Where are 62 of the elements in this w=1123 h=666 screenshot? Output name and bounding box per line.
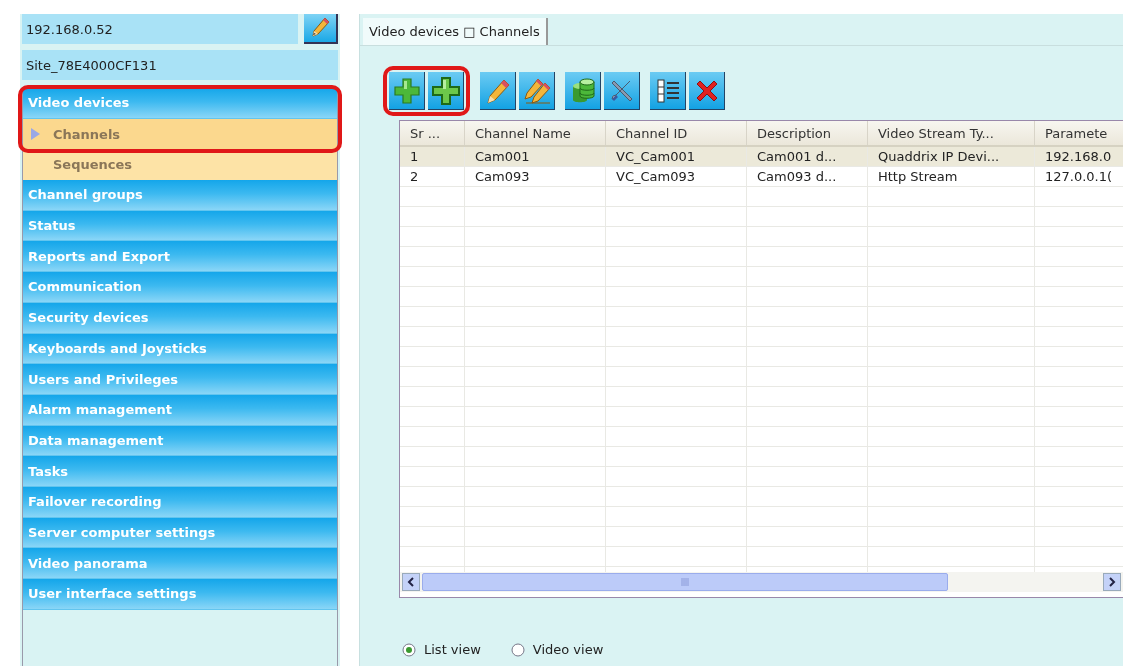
grip-icon	[680, 578, 690, 586]
add-button[interactable]	[389, 72, 425, 110]
nav-item[interactable]: Alarm management	[23, 394, 337, 426]
chevron-right-icon	[1108, 577, 1116, 587]
nav-item[interactable]: Server computer settings	[23, 517, 337, 549]
list-button[interactable]	[650, 72, 686, 110]
table-cell: Cam093 d...	[747, 167, 868, 186]
scroll-left-button[interactable]	[402, 573, 420, 591]
site-name: Site_78E4000CF131	[22, 50, 338, 80]
nav-item[interactable]: Video devices	[23, 88, 337, 119]
nav-item[interactable]: Keyboards and Joysticks	[23, 333, 337, 365]
nav-subitem[interactable]: Channels	[23, 118, 337, 150]
plus-icon	[392, 76, 421, 105]
view-radio[interactable]: Video view	[510, 642, 604, 657]
nav-item[interactable]: Video panorama	[23, 548, 337, 579]
table-cell: Cam001	[465, 147, 606, 166]
nav-item[interactable]: Failover recording	[23, 486, 337, 518]
edit-button[interactable]	[480, 72, 516, 110]
nav-item[interactable]: Status	[23, 210, 337, 242]
nav-item[interactable]: Data management	[23, 425, 337, 457]
view-radio[interactable]: List view	[402, 642, 481, 657]
horizontal-scrollbar[interactable]	[400, 572, 1123, 592]
pencil-icon	[309, 16, 331, 40]
column-header[interactable]: Channel Name	[465, 121, 606, 145]
table-cell: Cam001 d...	[747, 147, 868, 166]
scroll-right-button[interactable]	[1103, 573, 1121, 591]
edit-button[interactable]	[304, 14, 338, 44]
table-row[interactable]: 1 Cam001 VC_Cam001 Cam001 d... Quaddrix IP Devi... 192.168.0	[400, 147, 1123, 167]
database-button[interactable]	[565, 72, 601, 110]
nav-item[interactable]: Security devices	[23, 302, 337, 334]
chevron-left-icon	[407, 577, 415, 587]
pencils-icon	[521, 76, 552, 105]
table-cell: Cam093	[465, 167, 606, 186]
table-cell: 1	[400, 147, 465, 166]
table-cell: VC_Cam001	[606, 147, 747, 166]
table-row[interactable]: 2 Cam093 VC_Cam093 Cam093 d... Http Stream 127.0.0.1(	[400, 167, 1123, 187]
nav-item[interactable]: Reports and Export	[23, 241, 337, 273]
scroll-thumb[interactable]	[422, 573, 948, 591]
column-header[interactable]: Sr ...	[400, 121, 465, 145]
tab[interactable]: Video devices □ Channels	[363, 18, 548, 45]
table-cell: Http Stream	[868, 167, 1035, 186]
nav-item[interactable]: Tasks	[23, 456, 337, 487]
table-cell: 192.168.0	[1035, 147, 1123, 166]
table-cell: Quaddrix IP Devi...	[868, 147, 1035, 166]
add-multiple-button[interactable]	[428, 72, 464, 110]
server-address: 192.168.0.52	[22, 14, 298, 44]
plus-icon	[430, 75, 461, 106]
nav-item[interactable]: Users and Privileges	[23, 364, 337, 395]
column-header[interactable]: Video Stream Ty...	[868, 121, 1035, 145]
column-header[interactable]: Description	[747, 121, 868, 145]
selection-arrow-icon	[31, 127, 40, 140]
column-header[interactable]: Paramete	[1035, 121, 1123, 145]
table-cell: 127.0.0.1(	[1035, 167, 1123, 186]
column-header[interactable]: Channel ID	[606, 121, 747, 145]
nav-item[interactable]: Channel groups	[23, 180, 337, 211]
nav-item[interactable]: User interface settings	[23, 579, 337, 610]
delete-button[interactable]	[689, 72, 725, 110]
edit-multiple-button[interactable]	[519, 72, 555, 110]
nav-item[interactable]: Communication	[23, 272, 337, 303]
tools-button[interactable]	[604, 72, 640, 110]
table-cell: 2	[400, 167, 465, 186]
table-cell: VC_Cam093	[606, 167, 747, 186]
